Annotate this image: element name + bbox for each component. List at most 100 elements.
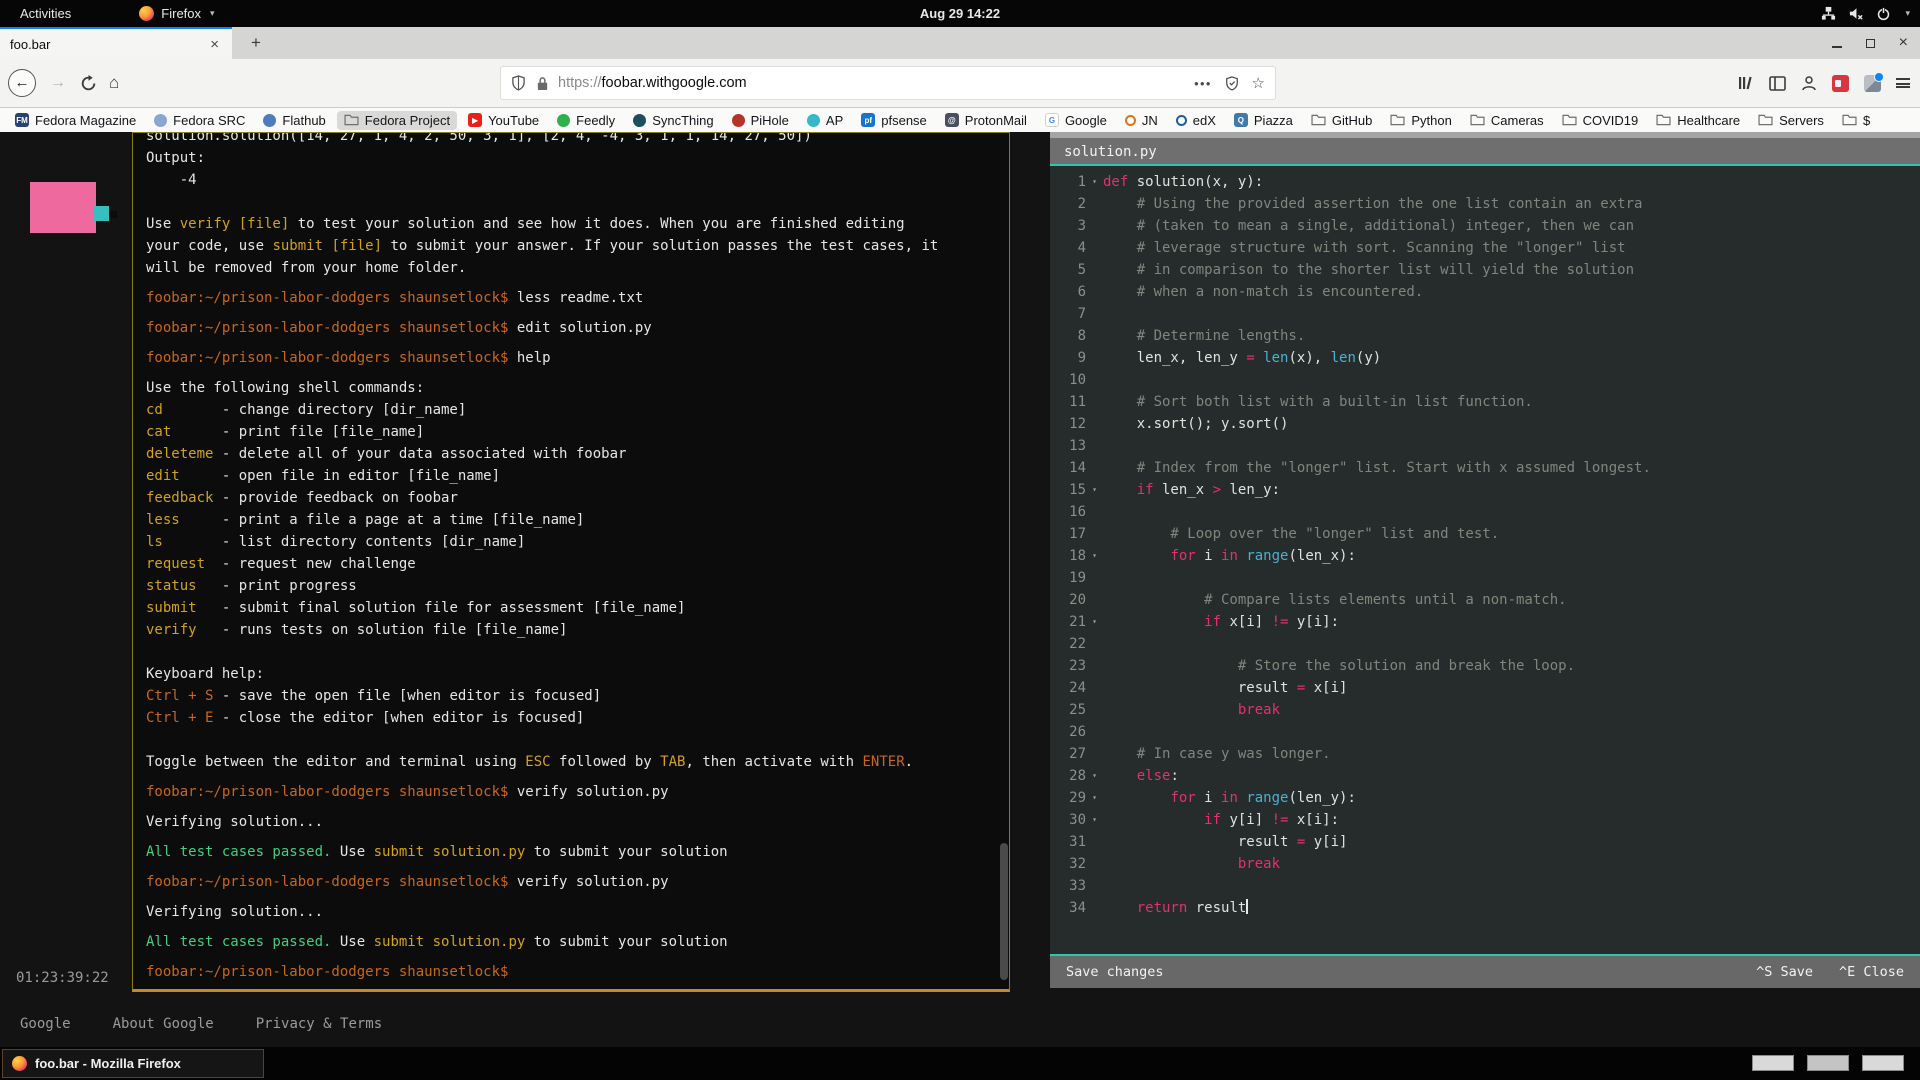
url-text[interactable]: https://foobar.withgoogle.com — [558, 75, 1194, 91]
code-line: 12 x.sort(); y.sort() — [1050, 413, 1920, 435]
code-line: 14 # Index from the "longer" list. Start… — [1050, 457, 1920, 479]
session-timer: 01:23:39:22 — [16, 970, 109, 986]
close-icon[interactable]: × — [1899, 38, 1908, 48]
fold-spacer — [1086, 259, 1103, 281]
fold-arrow-icon[interactable]: ▾ — [1086, 809, 1103, 831]
system-tray[interactable]: ▾ — [1821, 0, 1910, 27]
extension-icon[interactable] — [1832, 75, 1849, 92]
editor-code-area[interactable]: 1▾def solution(x, y):2 # Using the provi… — [1050, 166, 1920, 954]
fold-spacer — [1086, 655, 1103, 677]
reload-button[interactable] — [80, 75, 97, 92]
line-number: 7 — [1050, 303, 1086, 325]
bookmark-flathub[interactable]: Flathub — [256, 111, 332, 130]
bookmark-python[interactable]: Python — [1383, 111, 1458, 130]
shortcut-save[interactable]: ^S Save — [1756, 964, 1813, 980]
line-number: 5 — [1050, 259, 1086, 281]
line-number: 24 — [1050, 677, 1086, 699]
bookmark-healthcare[interactable]: Healthcare — [1649, 111, 1747, 130]
bookmark-github[interactable]: GitHub — [1304, 111, 1379, 130]
maximize-icon[interactable] — [1866, 39, 1875, 48]
bookmark-ap[interactable]: AP — [800, 111, 850, 130]
fold-arrow-icon[interactable]: ▾ — [1086, 171, 1103, 193]
bookmark-fedora-src[interactable]: Fedora SRC — [147, 111, 252, 130]
line-number: 11 — [1050, 391, 1086, 413]
footer-link-google[interactable]: Google — [20, 1016, 71, 1032]
bookmark-fedora-project[interactable]: Fedora Project — [337, 111, 457, 130]
minimize-icon[interactable] — [1832, 39, 1842, 48]
bookmark-item[interactable]: $ — [1835, 111, 1877, 130]
fold-arrow-icon[interactable]: ▾ — [1086, 787, 1103, 809]
fold-arrow-icon[interactable]: ▾ — [1086, 611, 1103, 633]
bookmark-syncthing[interactable]: SyncThing — [626, 111, 720, 130]
workspace-button-1[interactable] — [1752, 1055, 1794, 1071]
line-number: 10 — [1050, 369, 1086, 391]
terminal[interactable]: solution.solution([14, 27, 1, 4, 2, 50, … — [132, 132, 1010, 992]
account-icon[interactable] — [1801, 75, 1817, 91]
bookmark-label: COVID19 — [1583, 113, 1639, 128]
code-text: # Determine lengths. — [1103, 325, 1305, 347]
fold-arrow-icon[interactable]: ▾ — [1086, 765, 1103, 787]
fold-arrow-icon[interactable]: ▾ — [1086, 479, 1103, 501]
favicon-icon — [732, 114, 745, 127]
fold-spacer — [1086, 237, 1103, 259]
url-bar[interactable]: https://foobar.withgoogle.com ●●● ☆ — [500, 66, 1276, 100]
terminal-line: ls - list directory contents [dir_name] — [146, 531, 995, 553]
fold-spacer — [1086, 743, 1103, 765]
terminal-line: will be removed from your home folder. — [146, 257, 995, 279]
footer-link-privacy[interactable]: Privacy & Terms — [256, 1016, 382, 1032]
shield-icon[interactable] — [511, 75, 526, 91]
avatar-teal-block — [94, 206, 109, 221]
code-line: 9 len_x, len_y = len(x), len(y) — [1050, 347, 1920, 369]
bookmark-feedly[interactable]: Feedly — [550, 111, 622, 130]
scrollbar-thumb[interactable] — [1000, 843, 1008, 980]
page-actions-icon[interactable]: ●●● — [1194, 79, 1212, 88]
fold-spacer — [1086, 853, 1103, 875]
bookmark-edx[interactable]: edX — [1169, 111, 1223, 130]
bookmark-covid19[interactable]: COVID19 — [1555, 111, 1646, 130]
sidebar-icon[interactable] — [1769, 76, 1786, 91]
bookmark-cameras[interactable]: Cameras — [1463, 111, 1551, 130]
terminal-scrollbar[interactable] — [1000, 133, 1008, 989]
clock[interactable]: Aug 29 14:22 — [0, 6, 1920, 21]
forward-button[interactable]: → — [48, 74, 68, 92]
bookmark-youtube[interactable]: ▶YouTube — [461, 111, 546, 130]
code-line: 17 # Loop over the "longer" list and tes… — [1050, 523, 1920, 545]
code-text: break — [1103, 853, 1280, 875]
extension-icon-2[interactable] — [1864, 75, 1881, 92]
fold-spacer — [1086, 875, 1103, 897]
code-text: for i in range(len_y): — [1103, 787, 1356, 809]
terminal-line: All test cases passed. Use submit soluti… — [146, 931, 995, 953]
menu-icon[interactable] — [1896, 78, 1910, 88]
new-tab-button[interactable]: + — [244, 31, 268, 55]
workspace-button-3[interactable] — [1862, 1055, 1904, 1071]
workspace-button-2[interactable] — [1807, 1055, 1849, 1071]
protections-shield-icon[interactable] — [1225, 76, 1239, 91]
tab-foobar[interactable]: foo.bar × — [0, 27, 232, 59]
taskbar-window-firefox[interactable]: foo.bar - Mozilla Firefox — [2, 1049, 264, 1078]
library-icon[interactable] — [1737, 75, 1754, 91]
shortcut-close[interactable]: ^E Close — [1839, 964, 1904, 980]
code-text: x.sort(); y.sort() — [1103, 413, 1288, 435]
bookmark-pfsense[interactable]: pfpfsense — [854, 111, 934, 130]
terminal-line: status - print progress — [146, 575, 995, 597]
fold-arrow-icon[interactable]: ▾ — [1086, 545, 1103, 567]
terminal-line: Ctrl + S - save the open file [when edit… — [146, 685, 995, 707]
bookmark-fedora-magazine[interactable]: FMFedora Magazine — [8, 111, 143, 130]
bookmark-servers[interactable]: Servers — [1751, 111, 1831, 130]
home-button[interactable]: ⌂ — [109, 73, 119, 93]
line-number: 30 — [1050, 809, 1086, 831]
bookmark-star-icon[interactable]: ☆ — [1252, 74, 1265, 92]
tab-close-icon[interactable]: × — [207, 36, 222, 53]
bookmark-pihole[interactable]: PiHole — [725, 111, 796, 130]
line-number: 21 — [1050, 611, 1086, 633]
code-text: # leverage structure with sort. Scanning… — [1103, 237, 1626, 259]
code-line: 11 # Sort both list with a built-in list… — [1050, 391, 1920, 413]
bookmark-protonmail[interactable]: @ProtonMail — [938, 111, 1034, 130]
code-text: break — [1103, 699, 1280, 721]
back-button[interactable]: ← — [8, 69, 36, 97]
footer-link-about[interactable]: About Google — [113, 1016, 214, 1032]
bookmark-jn[interactable]: JN — [1118, 111, 1165, 130]
bookmark-google[interactable]: GGoogle — [1038, 111, 1114, 130]
bookmark-piazza[interactable]: QPiazza — [1227, 111, 1300, 130]
folder-icon — [1311, 114, 1326, 126]
